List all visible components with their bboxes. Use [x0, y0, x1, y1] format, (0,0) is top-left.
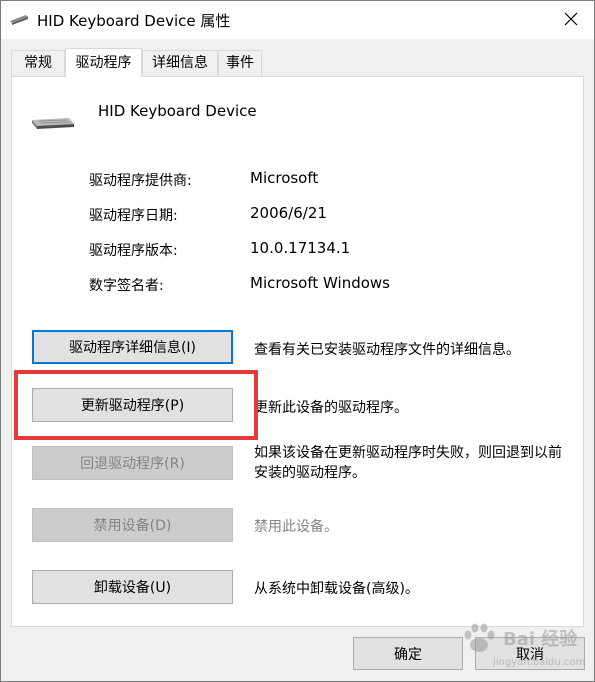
roll-back-driver-button[interactable]: 回退驱动程序(R) [32, 446, 233, 480]
keyboard-icon [31, 114, 75, 136]
tab-details[interactable]: 详细信息 [142, 50, 218, 76]
version-label: 驱动程序版本: [89, 243, 178, 259]
title-bar[interactable]: HID Keyboard Device 属性 [1, 1, 594, 39]
uninstall-device-button[interactable]: 卸载设备(U) [32, 570, 233, 604]
close-icon [564, 11, 578, 30]
provider-value: Microsoft [250, 169, 319, 187]
cancel-button[interactable]: 取消 [475, 637, 585, 670]
version-value: 10.0.17134.1 [250, 239, 351, 257]
driver-details-button[interactable]: 驱动程序详细信息(I) [32, 330, 233, 364]
highlight-annotation [14, 370, 258, 440]
date-label: 驱动程序日期: [89, 208, 178, 224]
uninstall-device-description: 从系统中卸载设备(高级)。 [254, 581, 419, 597]
date-value: 2006/6/21 [250, 204, 327, 222]
update-driver-description: 更新此设备的驱动程序。 [254, 400, 408, 416]
close-button[interactable] [548, 1, 594, 39]
window-title: HID Keyboard Device 属性 [37, 12, 231, 30]
properties-dialog: HID Keyboard Device 属性 常规 驱动程序 详细信息 事件 H… [0, 0, 595, 682]
roll-back-driver-description: 如果该设备在更新驱动程序时失败，则回退到以前安装的驱动程序。 [254, 445, 562, 481]
tab-general[interactable]: 常规 [11, 50, 65, 76]
device-name: HID Keyboard Device [98, 102, 257, 120]
disable-device-description: 禁用此设备。 [254, 519, 338, 535]
provider-label: 驱动程序提供商: [89, 173, 192, 189]
keyboard-icon [9, 12, 29, 32]
tab-driver[interactable]: 驱动程序 [65, 48, 142, 77]
ok-button[interactable]: 确定 [353, 637, 463, 670]
signer-label: 数字签名者: [89, 278, 164, 294]
signer-value: Microsoft Windows [250, 274, 390, 292]
tab-events[interactable]: 事件 [218, 50, 262, 76]
disable-device-button[interactable]: 禁用设备(D) [32, 508, 233, 542]
driver-details-description: 查看有关已安装驱动程序文件的详细信息。 [254, 342, 520, 358]
